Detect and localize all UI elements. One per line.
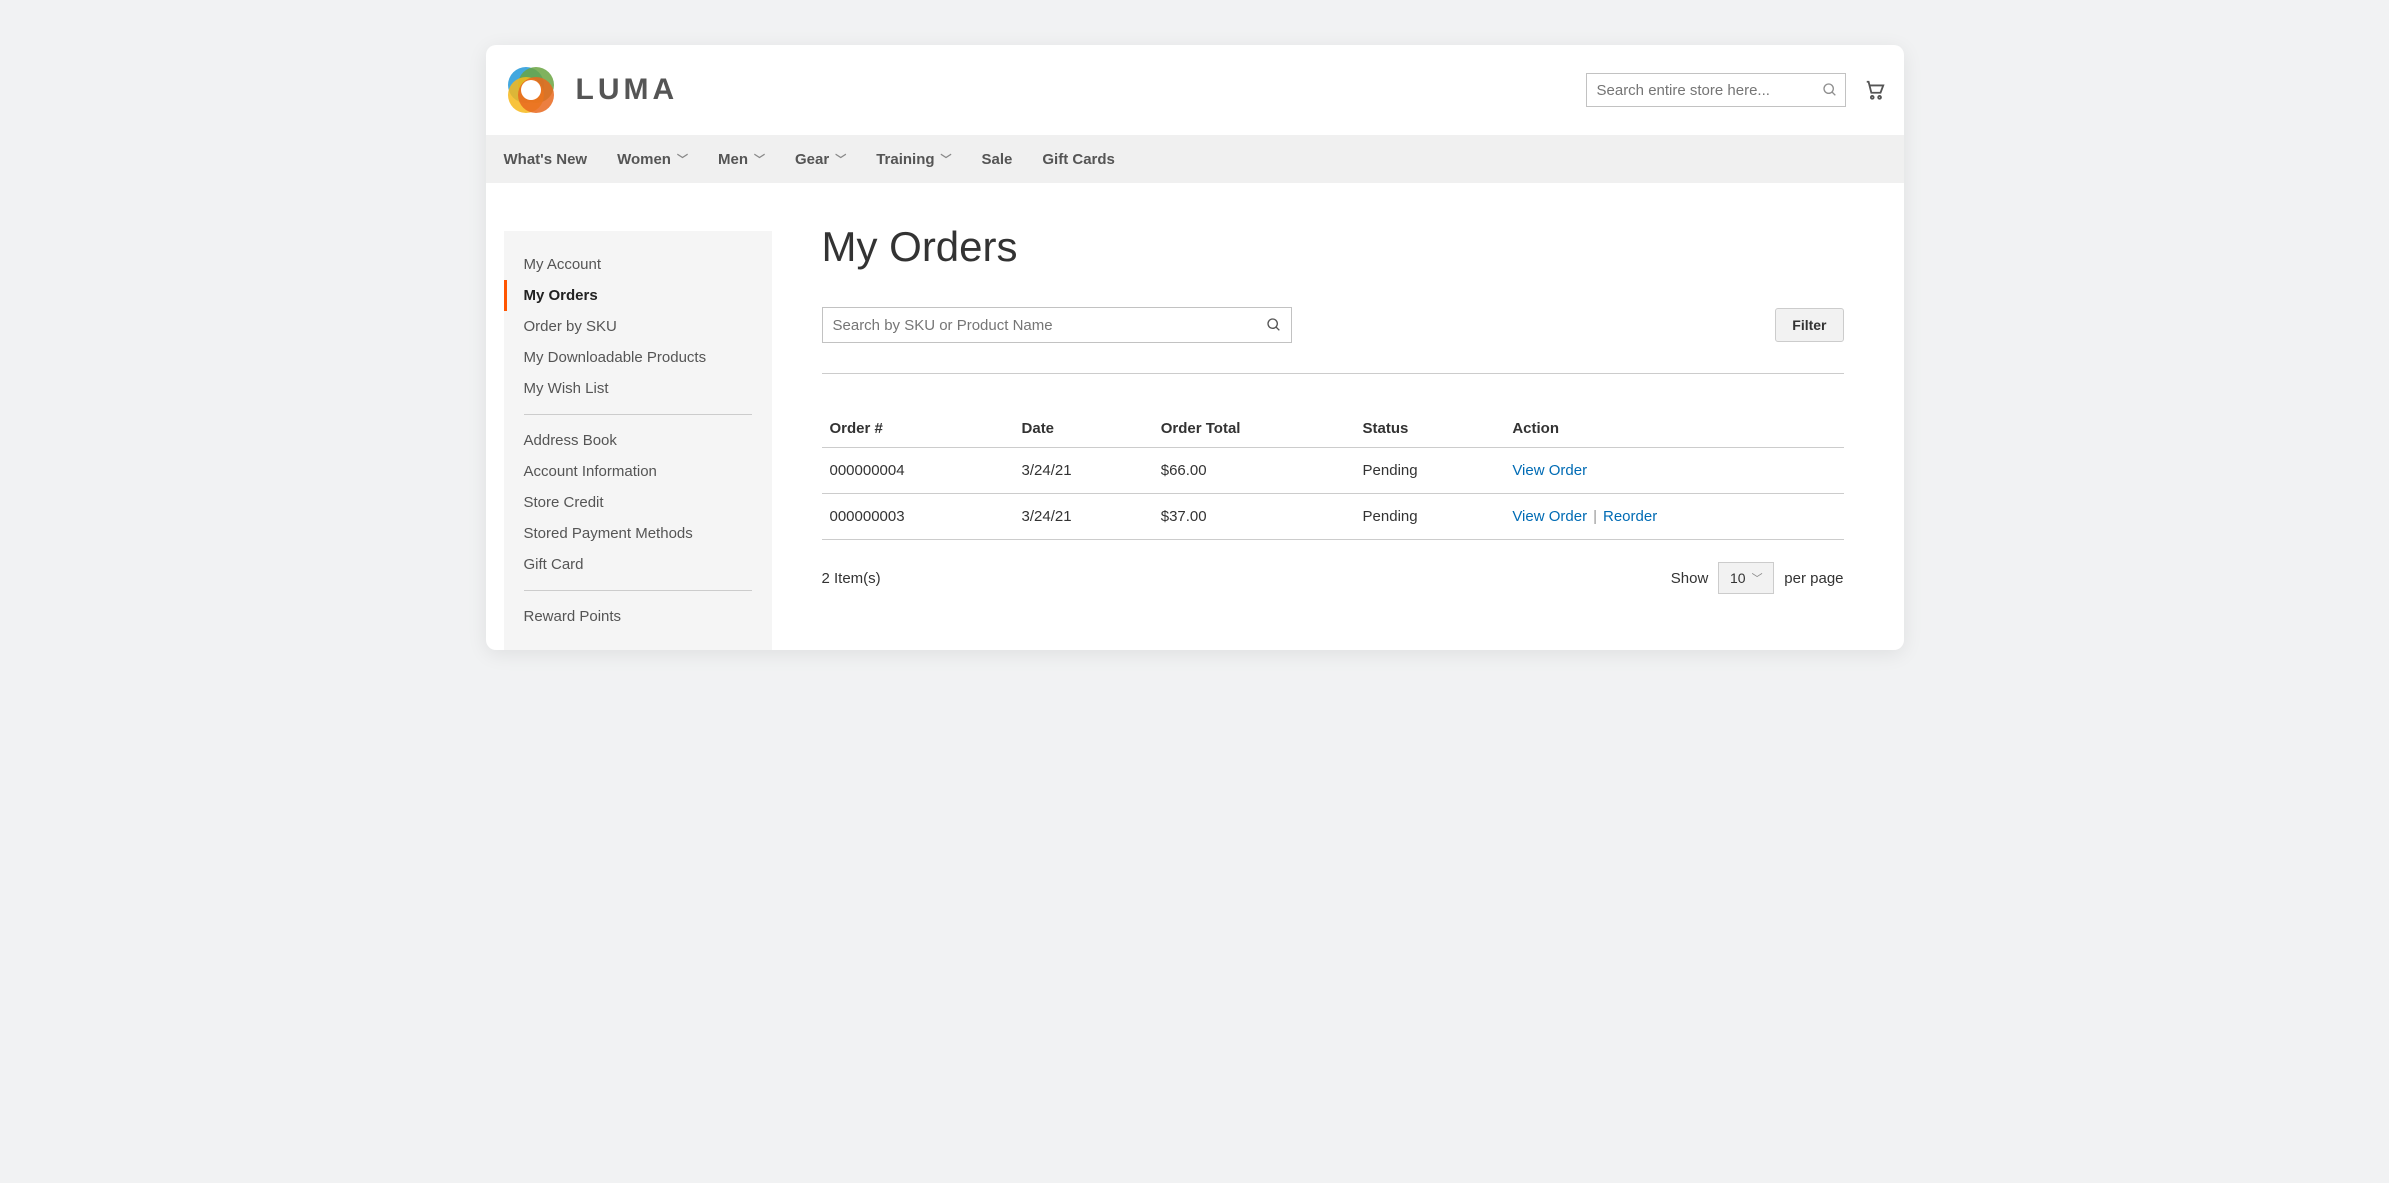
nav-label: Training [876, 151, 934, 168]
nav-label: Women [617, 151, 671, 168]
nav-label: Men [718, 151, 748, 168]
table-body: 0000000043/24/21$66.00PendingView Order0… [822, 448, 1844, 540]
nav-item[interactable]: Women ﹀ [617, 151, 688, 168]
page-title: My Orders [822, 223, 1844, 271]
logo-icon [504, 63, 558, 117]
global-search-input[interactable] [1586, 73, 1846, 107]
cell-date: 3/24/21 [1014, 448, 1153, 494]
chevron-down-icon: ﹀ [677, 151, 688, 167]
cart-icon[interactable] [1864, 79, 1886, 101]
column-header: Order Total [1153, 410, 1355, 448]
per-page-label: per page [1784, 570, 1843, 587]
nav-item[interactable]: What's New [504, 151, 588, 168]
nav-label: Gift Cards [1042, 151, 1115, 168]
sidebar-item[interactable]: My Account [504, 249, 772, 280]
column-header: Status [1355, 410, 1505, 448]
orders-table: Order #DateOrder TotalStatusAction 00000… [822, 410, 1844, 540]
main-nav: What's New Women ﹀ Men ﹀ Gear ﹀ Training ﹀ Sale Gi… [486, 135, 1904, 183]
nav-item[interactable]: Sale [982, 151, 1013, 168]
cell-total: $66.00 [1153, 448, 1355, 494]
sku-search-wrap [822, 307, 1292, 343]
cell-action: View Order|Reorder [1504, 494, 1843, 540]
nav-item[interactable]: Men ﹀ [718, 151, 765, 168]
nav-label: Gear [795, 151, 829, 168]
nav-item[interactable]: Gear ﹀ [795, 151, 846, 168]
cell-total: $37.00 [1153, 494, 1355, 540]
action-link[interactable]: View Order [1512, 508, 1587, 525]
sidebar-item[interactable]: My Orders [504, 280, 772, 311]
sidebar-divider [524, 590, 752, 591]
main-content: My Orders Filter Order #DateOrder TotalS… [772, 183, 1904, 634]
nav-item[interactable]: Training ﹀ [876, 151, 951, 168]
filter-row: Filter [822, 307, 1844, 374]
sidebar-item[interactable]: Reward Points [504, 601, 772, 632]
nav-label: What's New [504, 151, 588, 168]
account-sidebar: My AccountMy OrdersOrder by SKUMy Downlo… [504, 231, 772, 650]
nav-label: Sale [982, 151, 1013, 168]
table-header-row: Order #DateOrder TotalStatusAction [822, 410, 1844, 448]
action-link[interactable]: Reorder [1603, 508, 1657, 525]
chevron-down-icon: ﹀ [1752, 570, 1763, 586]
action-separator: | [1587, 508, 1603, 525]
sidebar-item[interactable]: Order by SKU [504, 311, 772, 342]
cell-status: Pending [1355, 494, 1505, 540]
sidebar-item[interactable]: My Wish List [504, 373, 772, 404]
page-container: LUMA What's NewWomen﹀Men﹀Gear﹀Training﹀S… [486, 45, 1904, 650]
table-row: 0000000033/24/21$37.00PendingView Order|… [822, 494, 1844, 540]
sidebar-item[interactable]: Gift Card [504, 549, 772, 580]
column-header: Action [1504, 410, 1843, 448]
cell-date: 3/24/21 [1014, 494, 1153, 540]
sidebar-item[interactable]: My Downloadable Products [504, 342, 772, 373]
column-header: Order # [822, 410, 1014, 448]
body: My AccountMy OrdersOrder by SKUMy Downlo… [486, 183, 1904, 650]
search-icon[interactable] [1266, 317, 1282, 333]
search-icon[interactable] [1822, 82, 1838, 98]
column-header: Date [1014, 410, 1153, 448]
action-link[interactable]: View Order [1512, 462, 1587, 479]
brand-name: LUMA [576, 73, 679, 107]
sidebar-divider [524, 414, 752, 415]
filter-button[interactable]: Filter [1775, 308, 1843, 342]
sidebar-item[interactable]: Address Book [504, 425, 772, 456]
global-search-wrap [1586, 73, 1846, 107]
cell-order: 000000003 [822, 494, 1014, 540]
header-right [1586, 73, 1886, 107]
logo[interactable]: LUMA [504, 63, 679, 117]
page-size-value: 10 [1730, 570, 1746, 586]
chevron-down-icon: ﹀ [941, 151, 952, 167]
header: LUMA [486, 45, 1904, 135]
paging-right: Show 10 ﹀ per page [1671, 562, 1844, 594]
nav-item[interactable]: Gift Cards [1042, 151, 1115, 168]
sku-search-input[interactable] [822, 307, 1292, 343]
cell-action: View Order [1504, 448, 1843, 494]
sidebar-item[interactable]: Stored Payment Methods [504, 518, 772, 549]
table-row: 0000000043/24/21$66.00Pending View Order [822, 448, 1844, 494]
chevron-down-icon: ﹀ [754, 151, 765, 167]
paging: 2 Item(s) Show 10 ﹀ per page [822, 562, 1844, 594]
cell-status: Pending [1355, 448, 1505, 494]
item-count: 2 Item(s) [822, 570, 881, 587]
cell-order: 000000004 [822, 448, 1014, 494]
sidebar-item[interactable]: Account Information [504, 456, 772, 487]
sidebar-item[interactable]: Store Credit [504, 487, 772, 518]
chevron-down-icon: ﹀ [835, 151, 846, 167]
page-size-select[interactable]: 10 ﹀ [1718, 562, 1774, 594]
show-label: Show [1671, 570, 1709, 587]
